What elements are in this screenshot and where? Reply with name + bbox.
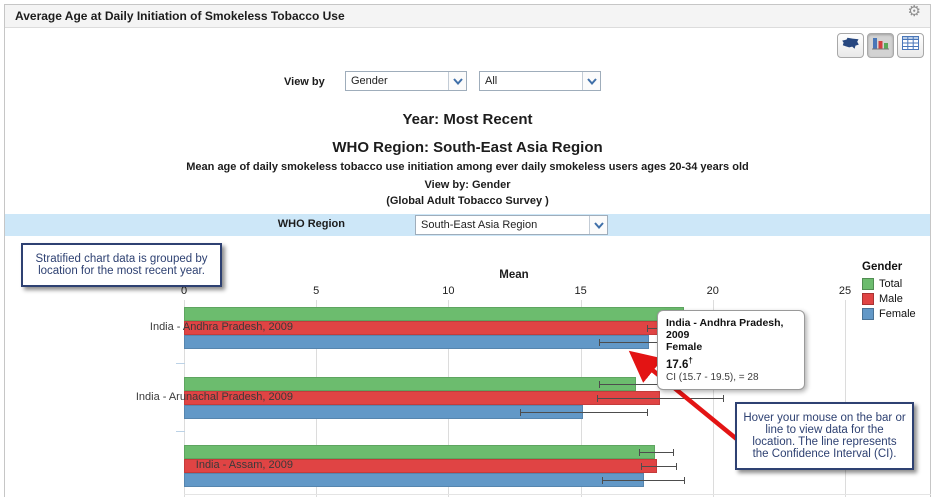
legend-swatch <box>862 293 874 305</box>
tooltip-value: 17.6† <box>666 356 796 371</box>
legend-item-label: Total <box>879 278 902 290</box>
ci-whisker-cap <box>599 339 600 346</box>
dagger-footnote-icon: † <box>688 356 692 365</box>
view-by-selected-value: Gender <box>351 72 446 90</box>
source-heading: (Global Adult Tobacco Survey ) <box>0 195 935 207</box>
ci-whisker-cap <box>723 395 724 402</box>
x-tick-label: 25 <box>828 285 862 297</box>
ci-whisker[interactable] <box>641 466 675 467</box>
view-by-label: View by <box>284 76 325 88</box>
page-title: Average Age at Daily Initiation of Smoke… <box>15 5 345 28</box>
ci-whisker-cap <box>673 449 674 456</box>
bar-total-2[interactable] <box>184 445 655 459</box>
callout-stratified-note: Stratified chart data is grouped by loca… <box>21 243 222 287</box>
region-select[interactable]: South-East Asia Region <box>415 215 608 235</box>
tooltip-ci: CI (15.7 - 19.5), = 28 <box>666 372 796 383</box>
region-heading: WHO Region: South-East Asia Region <box>0 139 935 156</box>
ci-whisker-cap <box>684 477 685 484</box>
tooltip-group: Female <box>666 341 796 353</box>
dashboard-widget: Average Age at Daily Initiation of Smoke… <box>0 0 935 497</box>
ci-whisker-cap <box>639 449 640 456</box>
chart-view-button[interactable] <box>867 33 894 58</box>
legend-item[interactable]: Total <box>862 278 916 290</box>
category-label: India - Andhra Pradesh, 2009 <box>10 321 293 333</box>
table-view-button[interactable] <box>897 33 924 58</box>
category-label: India - Assam, 2009 <box>10 459 293 471</box>
data-tooltip: India - Andhra Pradesh, 2009 Female 17.6… <box>657 310 805 390</box>
ci-whisker[interactable] <box>597 398 724 399</box>
legend-item[interactable]: Male <box>862 293 916 305</box>
view-toggle-toolbar <box>837 33 924 58</box>
bar-female-0[interactable] <box>184 335 649 349</box>
ci-whisker-cap <box>599 381 600 388</box>
legend-swatch <box>862 278 874 290</box>
legend-swatch <box>862 308 874 320</box>
chart-legend: Gender Total Male Female <box>862 261 916 323</box>
ci-whisker[interactable] <box>639 452 673 453</box>
view-by-heading: View by: Gender <box>0 179 935 191</box>
bar-female-2[interactable] <box>184 473 644 487</box>
x-axis-title: Mean <box>424 269 604 281</box>
category-label: India - Arunachal Pradesh, 2009 <box>10 391 293 403</box>
x-tick-label: 5 <box>299 285 333 297</box>
chart-subtitle: Mean age of daily smokeless tobacco use … <box>0 161 935 173</box>
region-selected-value: South-East Asia Region <box>421 216 587 234</box>
category-separator-tick <box>176 363 185 364</box>
ci-whisker-cap <box>647 325 648 332</box>
secondary-filter-select[interactable]: All <box>479 71 601 91</box>
ci-whisker-cap <box>641 463 642 470</box>
us-map-icon <box>841 37 860 55</box>
x-tick-label: 15 <box>564 285 598 297</box>
ci-whisker-cap <box>597 395 598 402</box>
map-view-button[interactable] <box>837 33 864 58</box>
callout-hover-note: Hover your mouse on the bar or line to v… <box>735 402 914 470</box>
legend-title: Gender <box>862 261 916 273</box>
year-heading: Year: Most Recent <box>0 111 935 128</box>
tooltip-location: India - Andhra Pradesh, 2009 <box>666 317 796 341</box>
bar-total-0[interactable] <box>184 307 684 321</box>
bar-total-1[interactable] <box>184 377 636 391</box>
category-separator-tick <box>176 431 185 432</box>
chevron-down-icon <box>589 216 607 234</box>
chevron-down-icon <box>448 72 466 90</box>
ci-whisker[interactable] <box>602 480 684 481</box>
legend-item-label: Male <box>879 293 903 305</box>
ci-whisker-cap <box>520 409 521 416</box>
ci-whisker-cap <box>647 409 648 416</box>
widget-titlebar: Average Age at Daily Initiation of Smoke… <box>5 5 930 28</box>
bar-chart-icon <box>872 36 889 55</box>
ci-whisker-cap <box>602 477 603 484</box>
category-separator-line <box>184 494 931 495</box>
region-filter-label: WHO Region <box>245 218 345 230</box>
legend-item-label: Female <box>879 308 916 320</box>
x-tick-label: 10 <box>431 285 465 297</box>
legend-item[interactable]: Female <box>862 308 916 320</box>
table-icon <box>902 36 919 55</box>
ci-whisker[interactable] <box>520 412 647 413</box>
gear-icon[interactable]: ⚙ <box>908 2 921 20</box>
chevron-down-icon <box>582 72 600 90</box>
view-by-select[interactable]: Gender <box>345 71 467 91</box>
x-tick-label: 20 <box>696 285 730 297</box>
secondary-selected-value: All <box>485 72 580 90</box>
ci-whisker-cap <box>676 463 677 470</box>
